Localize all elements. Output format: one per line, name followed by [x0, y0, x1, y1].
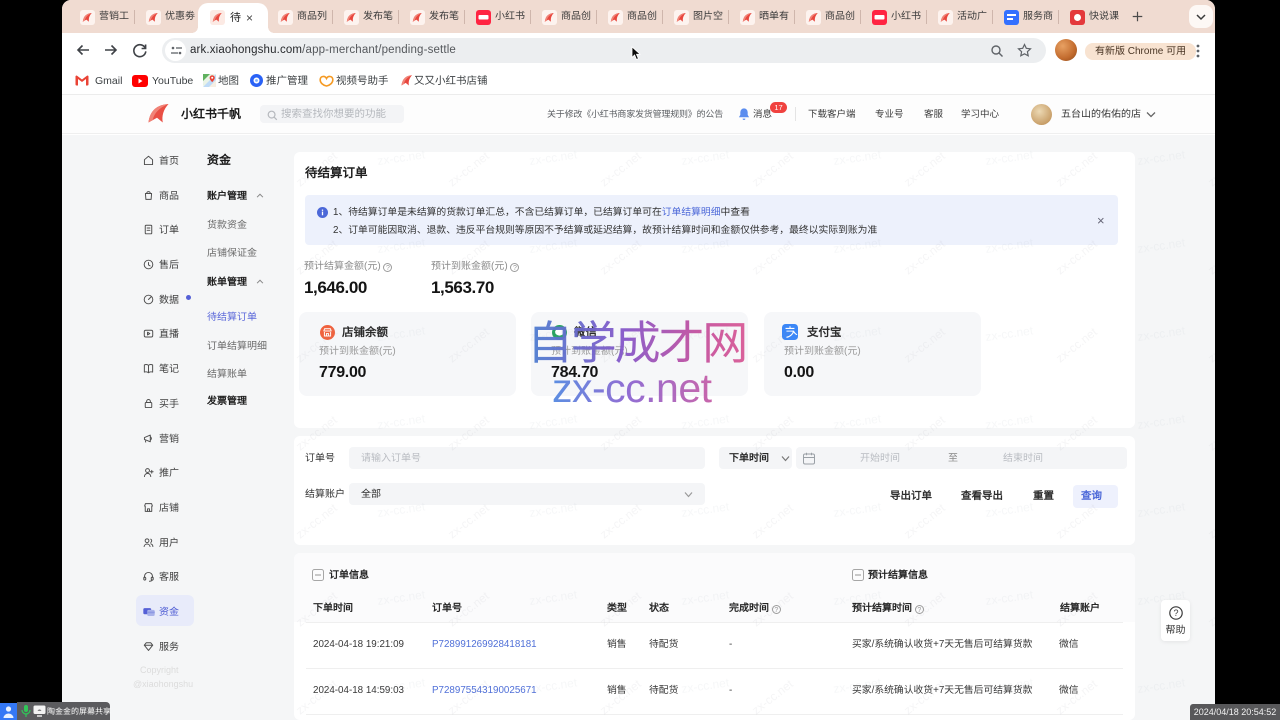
- svg-text:?: ?: [1173, 608, 1178, 618]
